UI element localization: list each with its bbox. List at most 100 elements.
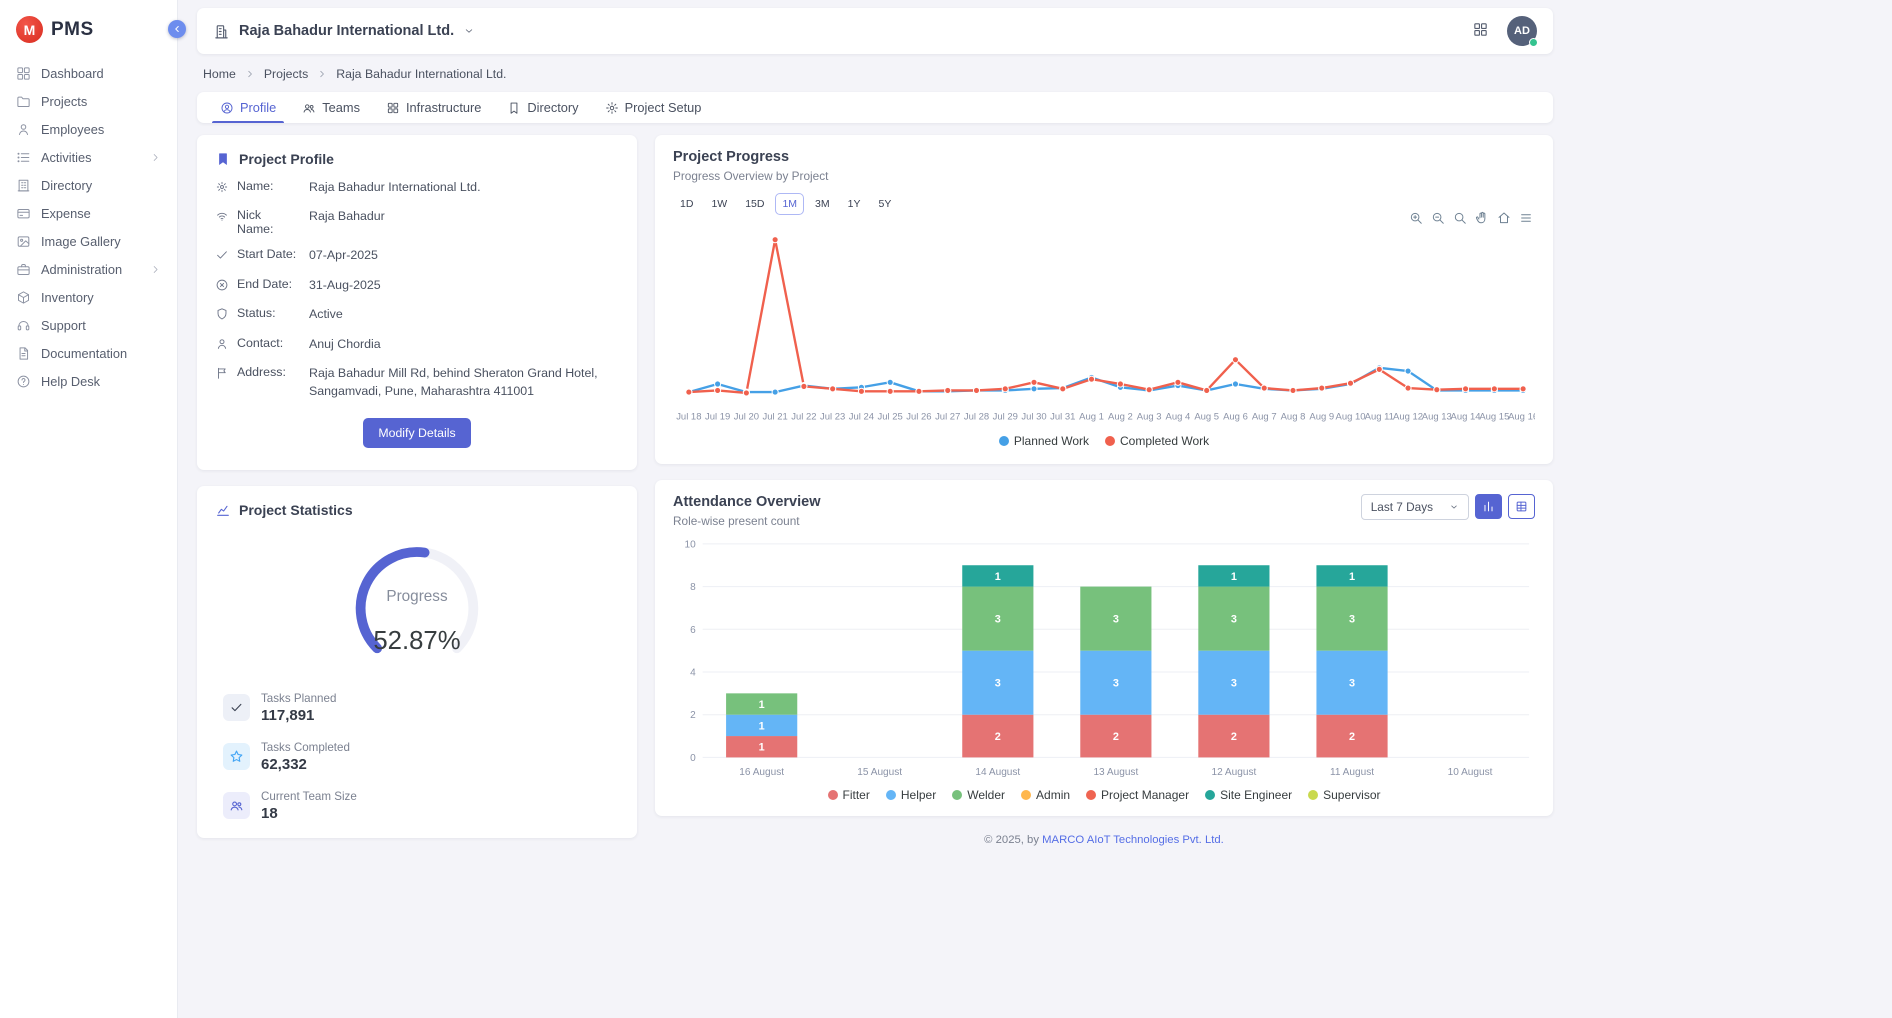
- star-icon: [223, 743, 250, 770]
- svg-text:1: 1: [1231, 570, 1237, 582]
- modify-details-button[interactable]: Modify Details: [363, 418, 470, 448]
- project-profile-card: Project Profile Name: Raja Bahadur Inter…: [197, 135, 637, 470]
- chart-title: Attendance Overview: [673, 494, 820, 510]
- legend-item-site-engineer[interactable]: Site Engineer: [1205, 788, 1292, 802]
- legend-item-fitter[interactable]: Fitter: [828, 788, 870, 802]
- bar-chart-icon: [1482, 500, 1495, 513]
- people-icon: [302, 101, 316, 115]
- date-range-select[interactable]: Last 7 Days: [1361, 494, 1469, 520]
- range-button-3m[interactable]: 3M: [808, 193, 837, 215]
- sidebar-item-label: Directory: [41, 178, 92, 193]
- range-button-1m[interactable]: 1M: [775, 193, 804, 215]
- legend-item-planned-work[interactable]: Planned Work: [999, 434, 1089, 448]
- tab-project-setup[interactable]: Project Setup: [592, 92, 715, 123]
- chevron-down-icon: [1449, 502, 1459, 512]
- sidebar-item-documentation[interactable]: Documentation: [0, 339, 177, 367]
- zoom-out-icon[interactable]: [1431, 211, 1445, 225]
- main-area: Raja Bahadur International Ltd. AD Home: [178, 0, 1892, 1018]
- project-progress-chart[interactable]: Jul 18Jul 19Jul 20Jul 21Jul 22Jul 23Jul …: [673, 221, 1535, 432]
- sidebar-nav: Dashboard Projects Employees Activities …: [0, 59, 177, 395]
- svg-text:Aug 13: Aug 13: [1422, 412, 1452, 423]
- svg-text:8: 8: [690, 582, 696, 593]
- person-circle-icon: [220, 101, 234, 115]
- attendance-chart[interactable]: 024681011123312332331233116 August15 Aug…: [673, 534, 1535, 786]
- range-button-5y[interactable]: 5Y: [871, 193, 898, 215]
- profile-field-nickname: Nick Name: Raja Bahadur: [215, 208, 619, 236]
- legend-dot: [1021, 790, 1031, 800]
- field-value: Raja Bahadur Mill Rd, behind Sheraton Gr…: [309, 365, 619, 401]
- svg-text:Jul 22: Jul 22: [791, 412, 816, 423]
- chart-legend: Fitter Helper Welder Admin Project Manager Si…: [673, 786, 1535, 808]
- gear-icon: [605, 101, 619, 115]
- sidebar-item-dashboard[interactable]: Dashboard: [0, 59, 177, 87]
- chart-legend: Planned Work Completed Work: [673, 432, 1535, 454]
- selection-zoom-icon[interactable]: [1453, 211, 1467, 225]
- tab-teams[interactable]: Teams: [289, 92, 373, 123]
- breadcrumb-item-home[interactable]: Home: [203, 67, 236, 81]
- svg-text:1: 1: [995, 570, 1001, 582]
- zoom-in-icon[interactable]: [1409, 211, 1423, 225]
- svg-text:Aug 3: Aug 3: [1137, 412, 1162, 423]
- chart-subtitle: Role-wise present count: [673, 514, 820, 528]
- company-link[interactable]: MARCO AIoT Technologies Pvt. Ltd.: [1042, 834, 1224, 846]
- range-button-1y[interactable]: 1Y: [841, 193, 868, 215]
- user-avatar[interactable]: AD: [1507, 16, 1537, 46]
- sidebar-item-inventory[interactable]: Inventory: [0, 283, 177, 311]
- range-button-1d[interactable]: 1D: [673, 193, 700, 215]
- project-progress-line-chart[interactable]: Jul 18Jul 19Jul 20Jul 21Jul 22Jul 23Jul …: [673, 221, 1535, 429]
- svg-text:10 August: 10 August: [1448, 767, 1493, 778]
- legend-item-admin[interactable]: Admin: [1021, 788, 1070, 802]
- bookmark-icon: [507, 101, 521, 115]
- svg-text:Aug 7: Aug 7: [1252, 412, 1277, 423]
- brand[interactable]: M PMS: [0, 10, 177, 59]
- company-selector[interactable]: Raja Bahadur International Ltd.: [213, 23, 475, 40]
- svg-text:Aug 1: Aug 1: [1079, 412, 1104, 423]
- sidebar-item-expense[interactable]: Expense: [0, 199, 177, 227]
- document-icon: [16, 346, 31, 361]
- sidebar-collapse-button[interactable]: [168, 20, 186, 38]
- pan-hand-icon[interactable]: [1475, 211, 1489, 225]
- svg-text:Progress: Progress: [386, 588, 448, 605]
- sidebar-item-activities[interactable]: Activities: [0, 143, 177, 171]
- attendance-bar-chart[interactable]: 024681011123312332331233116 August15 Aug…: [673, 534, 1535, 783]
- sidebar-item-label: Administration: [41, 262, 122, 277]
- svg-text:16 August: 16 August: [739, 767, 784, 778]
- chevron-right-icon: [150, 264, 161, 275]
- svg-text:2: 2: [1113, 731, 1119, 743]
- svg-text:Aug 11: Aug 11: [1365, 412, 1394, 423]
- tab-directory[interactable]: Directory: [494, 92, 591, 123]
- legend-item-completed-work[interactable]: Completed Work: [1105, 434, 1209, 448]
- legend-item-project-manager[interactable]: Project Manager: [1086, 788, 1189, 802]
- svg-text:Jul 19: Jul 19: [705, 412, 730, 423]
- sidebar-item-image-gallery[interactable]: Image Gallery: [0, 227, 177, 255]
- sidebar-item-directory[interactable]: Directory: [0, 171, 177, 199]
- range-button-15d[interactable]: 15D: [738, 193, 771, 215]
- table-view-button[interactable]: [1508, 494, 1535, 519]
- menu-icon[interactable]: [1519, 211, 1533, 225]
- legend-item-welder[interactable]: Welder: [952, 788, 1005, 802]
- legend-item-supervisor[interactable]: Supervisor: [1308, 788, 1380, 802]
- home-icon[interactable]: [1497, 211, 1511, 225]
- legend-item-helper[interactable]: Helper: [886, 788, 936, 802]
- tab-infrastructure[interactable]: Infrastructure: [373, 92, 494, 123]
- sidebar-item-help-desk[interactable]: Help Desk: [0, 367, 177, 395]
- field-value: Anuj Chordia: [309, 336, 619, 354]
- breadcrumb-item-projects[interactable]: Projects: [264, 67, 308, 81]
- range-button-1w[interactable]: 1W: [704, 193, 734, 215]
- chevron-right-icon: [245, 69, 255, 79]
- help-circle-icon: [16, 374, 31, 389]
- field-label: End Date:: [237, 277, 301, 291]
- field-value: 31-Aug-2025: [309, 277, 619, 295]
- sidebar-item-support[interactable]: Support: [0, 311, 177, 339]
- date-range-value: Last 7 Days: [1371, 500, 1433, 514]
- image-icon: [16, 234, 31, 249]
- bar-chart-view-button[interactable]: [1475, 494, 1502, 519]
- apps-grid-button[interactable]: [1472, 21, 1489, 41]
- svg-text:3: 3: [995, 677, 1001, 689]
- tab-profile[interactable]: Profile: [207, 92, 289, 123]
- svg-text:Aug 12: Aug 12: [1393, 412, 1423, 423]
- app: M PMS Dashboard Projects Employees Activ…: [0, 0, 1892, 1018]
- sidebar-item-employees[interactable]: Employees: [0, 115, 177, 143]
- sidebar-item-administration[interactable]: Administration: [0, 255, 177, 283]
- sidebar-item-projects[interactable]: Projects: [0, 87, 177, 115]
